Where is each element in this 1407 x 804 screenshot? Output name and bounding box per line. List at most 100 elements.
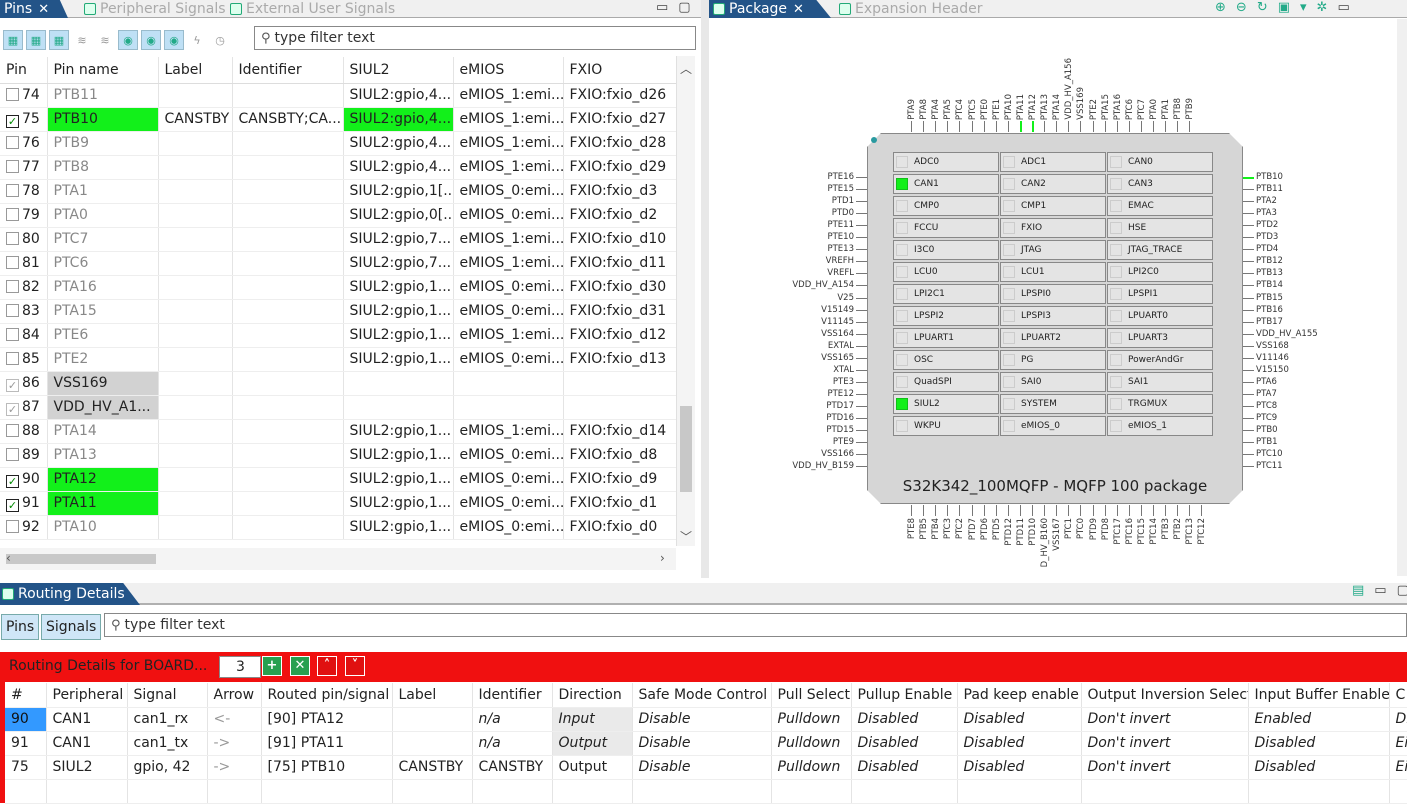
fxio-cell[interactable]: FXIO:fxio_d12 — [563, 323, 676, 347]
emios-cell[interactable]: eMIOS_1:emi... — [453, 323, 563, 347]
pin-number-cell[interactable]: 80 — [0, 227, 47, 251]
routing-cell-arrow[interactable]: -> — [207, 731, 261, 755]
zoom-in-icon[interactable]: ⊕ — [1215, 0, 1226, 15]
chip-view2-icon[interactable]: ▦ — [26, 30, 46, 50]
pin-lead[interactable] — [1243, 358, 1254, 359]
pin-number-cell[interactable]: 78 — [0, 179, 47, 203]
identifier-cell[interactable] — [232, 371, 343, 395]
routing-col-header[interactable]: Routed pin/signal — [261, 683, 392, 707]
siul2-cell[interactable]: SIUL2:gpio,1... — [343, 443, 453, 467]
identifier-cell[interactable] — [232, 419, 343, 443]
route3-icon[interactable]: ◉ — [164, 30, 184, 50]
package-pin-label[interactable]: VSS167 — [1052, 518, 1062, 551]
package-pin-label[interactable]: PTE9 — [784, 437, 854, 447]
move-down-button[interactable]: ˅ — [345, 656, 365, 676]
pin-lead[interactable] — [1165, 505, 1166, 516]
routing-cell-dir[interactable]: Output — [552, 731, 632, 755]
package-pin-label[interactable]: PTC14 — [1149, 518, 1159, 545]
pin-lead[interactable] — [1243, 406, 1254, 407]
identifier-cell[interactable] — [232, 395, 343, 419]
package-vscroll[interactable] — [1397, 19, 1407, 576]
package-pin-label[interactable]: VREFL — [784, 268, 854, 278]
table-row[interactable]: 88 PTA14 SIUL2:gpio,1... eMIOS_1:emi... … — [0, 419, 676, 443]
pin-lead[interactable] — [1020, 121, 1022, 132]
hscroll-thumb[interactable] — [6, 554, 156, 564]
pin-lead[interactable] — [1243, 189, 1254, 190]
table-row[interactable]: 81 PTC6 SIUL2:gpio,7... eMIOS_1:emi... F… — [0, 251, 676, 275]
table-row[interactable]: 74 PTB11 SIUL2:gpio,4... eMIOS_1:emi... … — [0, 83, 676, 107]
table-row[interactable]: 83 PTA15 SIUL2:gpio,1... eMIOS_0:emi... … — [0, 299, 676, 323]
routing-cell-dir[interactable]: Input — [552, 707, 632, 731]
table-row[interactable]: ✓90 PTA12 SIUL2:gpio,1... eMIOS_0:emi...… — [0, 467, 676, 491]
table-row[interactable]: ✓86 VSS169 — [0, 371, 676, 395]
fxio-cell[interactable]: FXIO:fxio_d9 — [563, 467, 676, 491]
wave-icon[interactable]: ≋ — [72, 30, 92, 50]
routing-cell-c[interactable]: Di — [1389, 707, 1407, 731]
emios-cell[interactable]: eMIOS_0:emi... — [453, 515, 563, 539]
package-pin-label[interactable]: V15149 — [784, 305, 854, 315]
pin-lead[interactable] — [856, 406, 867, 407]
pin-lead[interactable] — [1165, 121, 1166, 132]
pin-lead[interactable] — [1056, 121, 1057, 132]
pin-name-cell[interactable]: PTE2 — [47, 347, 158, 371]
package-pin-label[interactable]: VREFH — [784, 256, 854, 266]
routing-filter-input[interactable]: ⚲type filter text — [104, 613, 1407, 637]
label-cell[interactable] — [158, 251, 232, 275]
package-pin-label[interactable]: PTB11 — [1256, 184, 1283, 194]
pin-lead[interactable] — [1032, 121, 1034, 132]
pin-name-cell[interactable]: PTB9 — [47, 131, 158, 155]
peripheral-lpspi1[interactable]: LPSPI1 — [1107, 284, 1213, 304]
pin-lead[interactable] — [1008, 121, 1009, 132]
siul2-cell[interactable]: SIUL2:gpio,1... — [343, 347, 453, 371]
routing-cell-arrow[interactable]: <- — [207, 707, 261, 731]
package-pin-label[interactable]: V11145 — [784, 317, 854, 327]
pin-checkbox[interactable] — [6, 280, 19, 293]
peripheral-trgmux[interactable]: TRGMUX — [1107, 394, 1213, 414]
pin-number-cell[interactable]: ✓87 — [0, 395, 47, 419]
package-pin-label[interactable]: PTB5 — [919, 518, 929, 540]
package-pin-label[interactable]: VSS169 — [1076, 87, 1086, 120]
identifier-cell[interactable] — [232, 155, 343, 179]
pin-number-cell[interactable]: 79 — [0, 203, 47, 227]
emios-cell[interactable]: eMIOS_0:emi... — [453, 299, 563, 323]
routing-col-header[interactable]: Direction — [552, 683, 632, 707]
pin-lead[interactable] — [1189, 121, 1190, 132]
pin-checkbox[interactable] — [6, 256, 19, 269]
package-pin-label[interactable]: VDD_HV_A154 — [784, 280, 854, 290]
pin-lead[interactable] — [1141, 121, 1142, 132]
peripheral-powerandgr[interactable]: PowerAndGr — [1107, 350, 1213, 370]
pin-lead[interactable] — [1068, 121, 1069, 132]
emios-cell[interactable]: eMIOS_0:emi... — [453, 203, 563, 227]
routing-cell-pad[interactable]: Disabled — [957, 731, 1081, 755]
pin-lead[interactable] — [856, 382, 867, 383]
route2-icon[interactable]: ◉ — [141, 30, 161, 50]
pin-lead[interactable] — [1177, 121, 1178, 132]
pin-lead[interactable] — [1093, 121, 1094, 132]
routing-cell-num[interactable]: 75 — [5, 755, 46, 779]
package-pin-label[interactable]: PTB9 — [1185, 98, 1195, 120]
fxio-cell[interactable]: FXIO:fxio_d27 — [563, 107, 676, 131]
package-pin-label[interactable]: V11146 — [1256, 353, 1289, 363]
pin-lead[interactable] — [1080, 121, 1081, 132]
package-pin-label[interactable]: PTD17 — [784, 401, 854, 411]
pin-lead[interactable] — [856, 454, 867, 455]
label-cell[interactable] — [158, 371, 232, 395]
emios-cell[interactable]: eMIOS_0:emi... — [453, 347, 563, 371]
package-pin-label[interactable]: PTB16 — [1256, 305, 1283, 315]
pin-lead[interactable] — [1117, 121, 1118, 132]
col-identifier[interactable]: Identifier — [232, 57, 343, 83]
identifier-cell[interactable] — [232, 491, 343, 515]
package-pin-label[interactable]: PTA12 — [1028, 94, 1038, 120]
package-pin-label[interactable]: PTD8 — [1101, 518, 1111, 540]
package-pin-label[interactable]: PTD4 — [1256, 244, 1278, 254]
view-icon[interactable]: ▣ — [1278, 0, 1290, 15]
peripheral-pg[interactable]: PG — [1000, 350, 1106, 370]
peripheral-cmp0[interactable]: CMP0 — [893, 196, 999, 216]
fxio-cell[interactable]: FXIO:fxio_d8 — [563, 443, 676, 467]
package-pin-label[interactable]: PTE11 — [784, 220, 854, 230]
pin-checkbox[interactable] — [6, 448, 19, 461]
routing-cell-inv[interactable]: Don't invert — [1081, 755, 1248, 779]
pin-lead[interactable] — [856, 394, 867, 395]
siul2-cell[interactable]: SIUL2:gpio,4... — [343, 131, 453, 155]
siul2-cell[interactable]: SIUL2:gpio,1... — [343, 467, 453, 491]
